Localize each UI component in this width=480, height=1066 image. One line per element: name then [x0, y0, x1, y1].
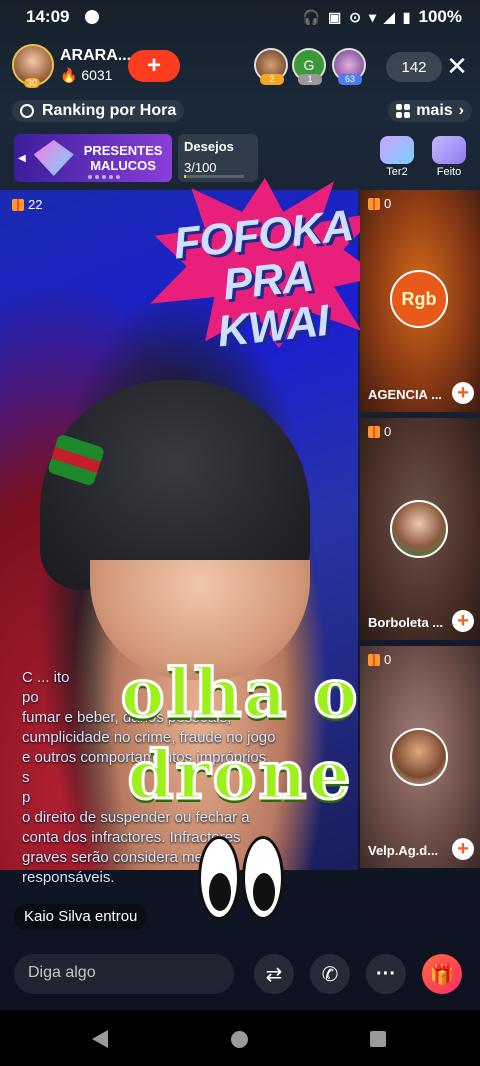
tile-name: Borboleta ...: [368, 615, 444, 630]
join-message: Kaio Silva entrou: [14, 904, 148, 930]
host-avatar[interactable]: 30: [12, 44, 54, 88]
gift-icon[interactable]: 🎁: [422, 954, 462, 994]
battery-level: 100%: [418, 7, 462, 26]
live-header: 30 ARARA... 🔥 6031 + 2 G 1 63 142 ✕: [12, 44, 472, 90]
more-label: mais: [416, 102, 453, 119]
close-icon[interactable]: ✕: [442, 48, 472, 84]
bunny-icon: [432, 136, 466, 164]
fofoka-sticker: FOFOKA PRA KWAI: [150, 178, 380, 356]
video-caption: olha o drone: [20, 652, 460, 816]
notification-dot-icon: [85, 10, 100, 24]
feito-badge[interactable]: Feito: [426, 134, 472, 182]
battery-icon: ▮: [402, 8, 411, 25]
share-icon[interactable]: ⇄: [254, 954, 294, 994]
back-icon[interactable]: [92, 1030, 108, 1048]
presentes-malucos-banner[interactable]: ◀ PRESENTES MALUCOS: [14, 134, 172, 182]
banner-pagination: [88, 175, 120, 179]
viewer-rank-badge: 63: [338, 74, 362, 85]
status-icons: 🎧 ▣ ⊙ ▾ ◢ ▮ 100%: [303, 7, 462, 27]
caption-line2: drone: [126, 735, 353, 816]
ter2-label: Ter2: [386, 166, 408, 178]
main-gift-count: 22: [28, 197, 43, 212]
tile-avatar: Rgb: [390, 270, 448, 328]
viewer-rank-badge: 1: [298, 74, 322, 85]
host-name: ARARA...: [60, 46, 132, 64]
ter2-badge[interactable]: Ter2: [374, 134, 420, 182]
host-level-badge: 30: [24, 78, 41, 88]
tile-avatar-logo: Rgb: [401, 288, 437, 309]
chevron-left-icon: ◀: [18, 152, 26, 164]
wifi-icon: ▾: [368, 8, 377, 25]
banner-line1: PRESENTES: [83, 143, 163, 158]
call-guest-icon[interactable]: ✆: [310, 954, 350, 994]
comment-input[interactable]: Diga algo: [14, 954, 234, 994]
home-icon[interactable]: [231, 1031, 248, 1048]
tile-gift-counter: 0: [368, 424, 391, 439]
gift-icon: [368, 425, 380, 438]
sticker-text: FOFOKA PRA KWAI: [161, 201, 374, 360]
tile-name: Velp.Ag.d...: [368, 843, 439, 858]
chevron-right-icon: ›: [458, 102, 464, 119]
grid-icon: [396, 104, 411, 118]
gem-icon: [33, 140, 74, 176]
tile-name: AGENCIA ...: [368, 387, 442, 402]
ranking-row: Ranking por Hora mais ›: [12, 98, 472, 124]
viewer-count-button[interactable]: 142: [386, 52, 442, 82]
status-time: 14:09: [26, 7, 70, 26]
system-nav-bar: [0, 1010, 480, 1066]
gift-icon: [12, 198, 24, 211]
flame-icon: 🔥: [60, 66, 78, 83]
bottom-action-bar: Diga algo ⇄ ✆ ··· 🎁: [0, 946, 480, 1002]
tile-gift-count: 0: [384, 424, 392, 439]
viewer-avatar[interactable]: 2: [254, 48, 288, 85]
more-options-icon[interactable]: ···: [366, 954, 406, 994]
banner-line2: MALUCOS: [90, 158, 156, 173]
banner-text: PRESENTES MALUCOS: [84, 143, 163, 173]
viewer-rank-badge: 2: [260, 74, 284, 85]
cast-icon: ▣: [328, 8, 342, 25]
guest-tile[interactable]: 0 Rgb AGENCIA ... +: [360, 190, 480, 412]
viewer-initial: G: [303, 57, 315, 73]
host-info: ARARA... 🔥 6031: [60, 47, 131, 84]
signal-icon: ◢: [384, 8, 395, 25]
host-fans-count: 6031: [81, 66, 113, 83]
eyes-emoji-icon: [196, 836, 286, 922]
main-gift-counter: 22: [12, 197, 42, 212]
headphones-icon: 🎧: [302, 8, 321, 25]
wishes-panel[interactable]: Desejos 3/100: [178, 134, 258, 182]
hourly-ranking-button[interactable]: Ranking por Hora: [12, 100, 185, 122]
feito-label: Feito: [436, 166, 462, 178]
tile-gift-count: 0: [384, 196, 392, 211]
wishes-title: Desejos: [184, 139, 234, 154]
recent-apps-icon[interactable]: [370, 1031, 386, 1047]
guest-tile[interactable]: 0 Borboleta ... +: [360, 418, 480, 640]
wishes-count: 3/100: [184, 160, 217, 175]
follow-button[interactable]: +: [128, 50, 180, 82]
more-button[interactable]: mais ›: [388, 100, 472, 122]
add-guest-button[interactable]: +: [452, 838, 474, 860]
clock-icon: [20, 104, 34, 118]
location-icon: ⊙: [349, 8, 361, 25]
viewer-avatar[interactable]: 63: [332, 48, 366, 85]
host-fans: 🔥 6031: [60, 67, 131, 84]
viewer-avatar[interactable]: G 1: [292, 48, 326, 85]
caption-line1: olha o: [119, 653, 360, 734]
cloud-icon: [380, 136, 414, 164]
gift-icon: [368, 197, 380, 210]
status-bar: 14:09 🎧 ▣ ⊙ ▾ ◢ ▮ 100%: [0, 0, 480, 34]
add-guest-button[interactable]: +: [452, 382, 474, 404]
add-guest-button[interactable]: +: [452, 610, 474, 632]
tile-avatar: [390, 500, 448, 558]
tile-gift-counter: 0: [368, 196, 391, 211]
host-profile[interactable]: 30 ARARA... 🔥 6031: [12, 44, 131, 88]
ranking-label: Ranking por Hora: [42, 102, 177, 119]
